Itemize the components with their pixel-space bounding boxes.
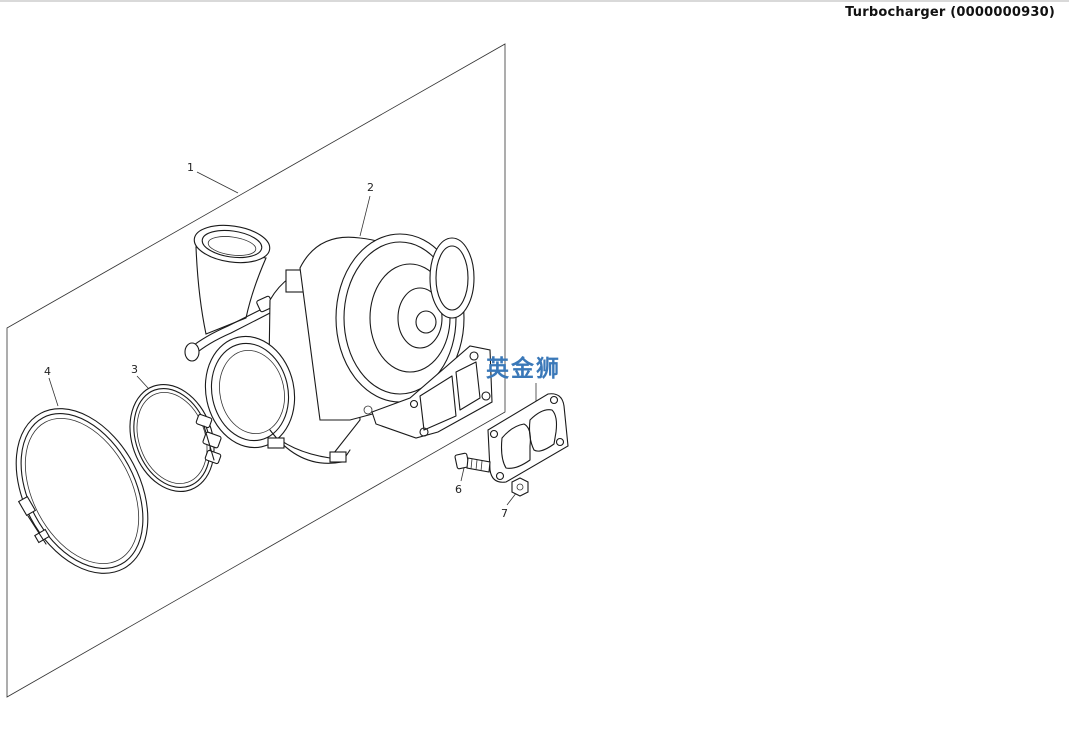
callout-1: 1: [187, 161, 194, 174]
leader-line-6: [460, 467, 465, 482]
leader-line-3: [136, 375, 149, 389]
large-v-band-clamp: [15, 408, 149, 574]
turbocharger-body: [184, 224, 493, 464]
watermark-text: 英金狮: [486, 355, 561, 382]
nut: [511, 477, 529, 497]
bolt: [454, 452, 491, 473]
callout-7: 7: [501, 507, 508, 520]
exhaust-gasket: [487, 393, 569, 483]
turbocharger-exploded-diagram: 1 2 3 4 6 7 英金狮: [6, 43, 569, 698]
callout-6: 6: [455, 483, 462, 496]
leader-line-4: [48, 377, 59, 407]
leader-line-2: [359, 195, 371, 237]
callout-4: 4: [44, 365, 51, 378]
leader-line-1: [196, 171, 239, 194]
callout-2: 2: [367, 181, 374, 194]
callout-3: 3: [131, 363, 138, 376]
